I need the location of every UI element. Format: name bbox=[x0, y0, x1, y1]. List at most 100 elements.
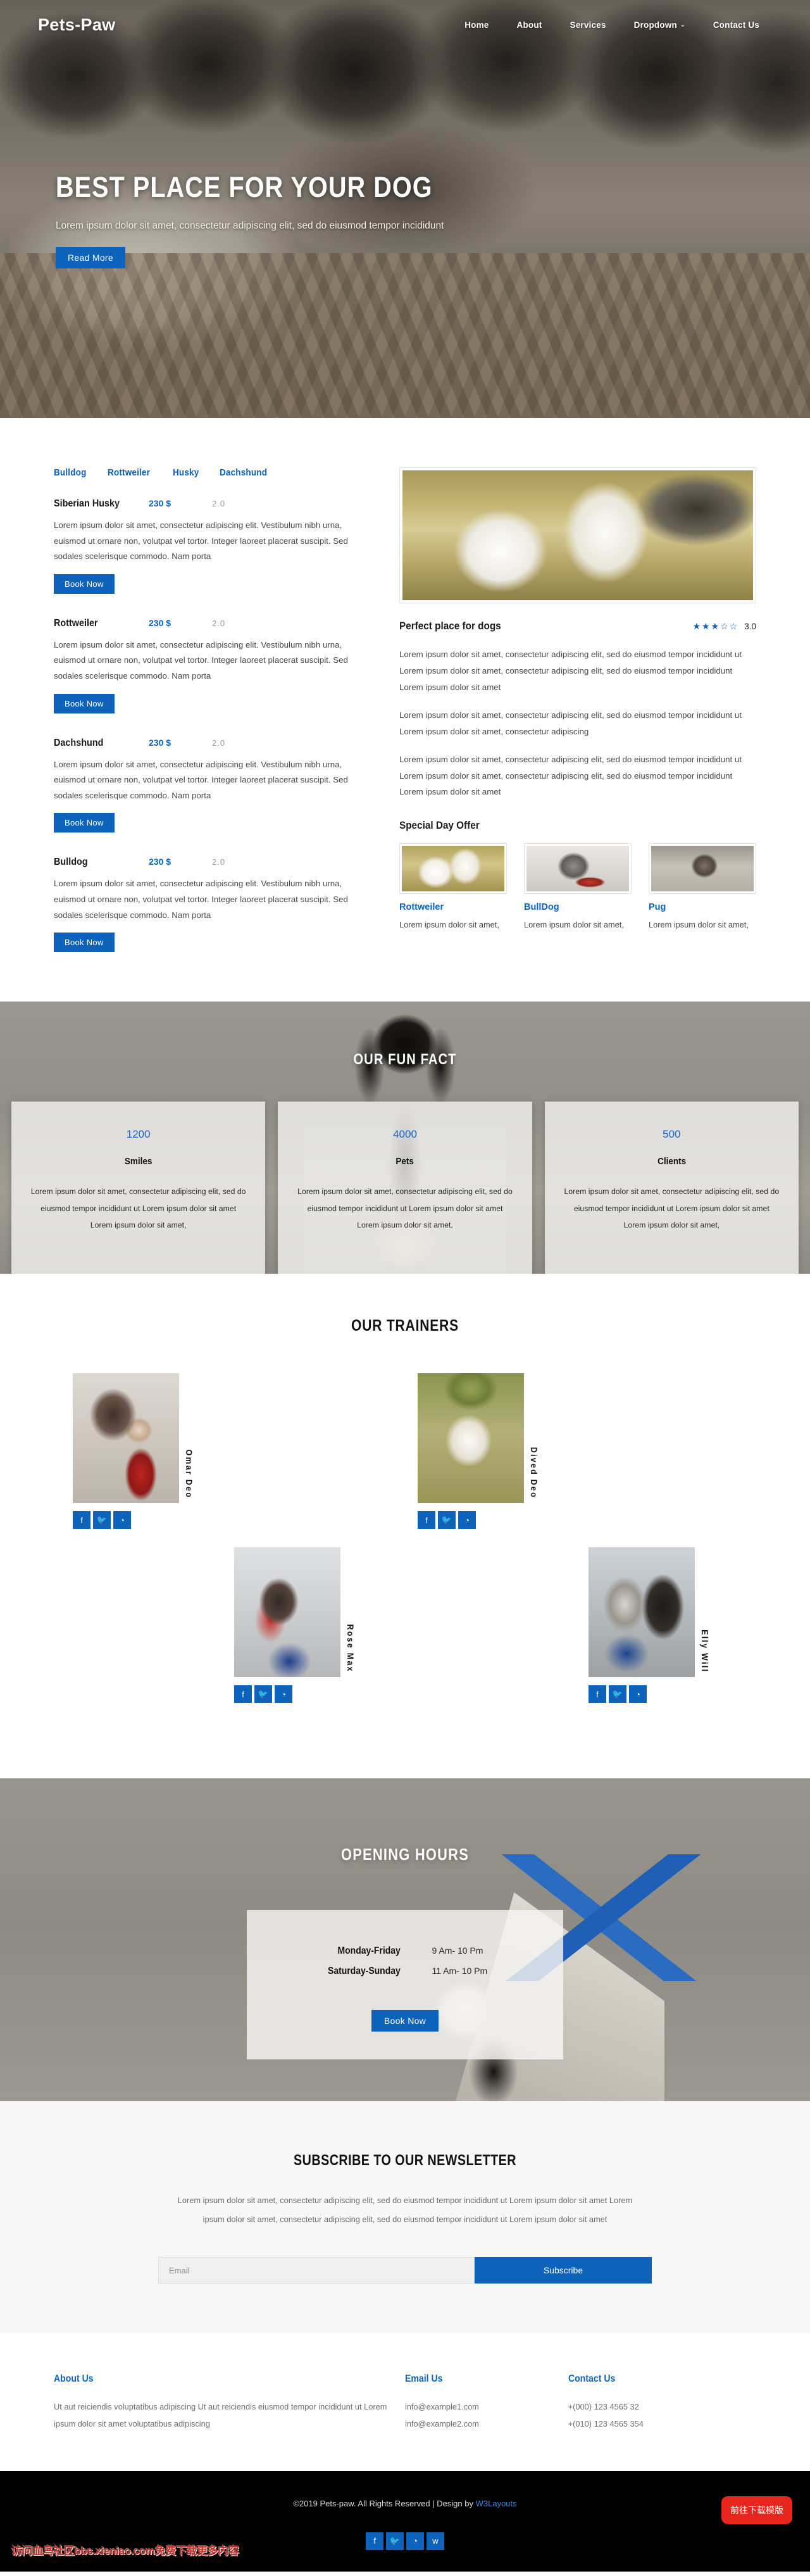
breed-name: Siberian Husky bbox=[54, 498, 120, 509]
trainer-card: Omar Deo f 🐦 ◔ bbox=[73, 1373, 194, 1530]
breed-rating: 2.0 bbox=[212, 499, 226, 508]
book-now-button[interactable]: Book Now bbox=[54, 574, 115, 594]
feature-image bbox=[399, 467, 756, 603]
nav-label: About bbox=[516, 20, 542, 30]
offer-thumbnail bbox=[524, 843, 632, 895]
nav-item-home[interactable]: Home bbox=[464, 20, 489, 30]
rss-icon[interactable]: ◔ bbox=[406, 2532, 424, 2550]
trainer-photo bbox=[589, 1547, 695, 1678]
facebook-icon[interactable]: f bbox=[73, 1511, 90, 1530]
read-more-button[interactable]: Read More bbox=[56, 247, 125, 268]
download-template-button[interactable]: 前往下载模版 bbox=[721, 2496, 792, 2524]
tab-husky[interactable]: Husky bbox=[173, 467, 199, 478]
twitter-icon[interactable]: 🐦 bbox=[93, 1511, 111, 1530]
opening-time: 9 Am- 10 Pm bbox=[432, 1945, 483, 1956]
facebook-icon[interactable]: f bbox=[366, 2532, 383, 2550]
nav-item-contact-us[interactable]: Contact Us bbox=[713, 20, 759, 30]
hero-title: BEST PLACE FOR YOUR DOG bbox=[56, 171, 433, 203]
newsletter-description: Lorem ipsum dolor sit amet, consectetur … bbox=[177, 2196, 633, 2225]
fun-fact-card: 1200 Smiles Lorem ipsum dolor sit amet, … bbox=[11, 1102, 266, 1274]
trainer-card: Rose Max f 🐦 ◔ bbox=[234, 1547, 355, 1704]
hero-section: Pets-Paw Home About Services Dropdown ⌄ … bbox=[0, 0, 810, 418]
breed-header: Siberian Husky 230 $ 2.0 bbox=[54, 498, 361, 510]
facebook-icon[interactable]: f bbox=[418, 1511, 435, 1530]
book-now-button[interactable]: Book Now bbox=[371, 2010, 439, 2032]
twitter-icon[interactable]: 🐦 bbox=[438, 1511, 456, 1530]
twitter-icon[interactable]: 🐦 bbox=[254, 1685, 272, 1704]
trainer-photo bbox=[234, 1547, 340, 1678]
email-input[interactable] bbox=[158, 2257, 475, 2284]
breed-name: Dachshund bbox=[54, 737, 104, 748]
book-now-button[interactable]: Book Now bbox=[54, 813, 115, 833]
footer-phone: +(010) 123 4565 354 bbox=[568, 2419, 644, 2429]
offer-description: Lorem ipsum dolor sit amet, bbox=[524, 920, 624, 930]
breed-item: Bulldog 230 $ 2.0 Lorem ipsum dolor sit … bbox=[54, 857, 361, 953]
offer-thumbnail bbox=[399, 843, 507, 895]
facebook-icon[interactable]: f bbox=[589, 1685, 606, 1704]
footer-email-link[interactable]: info@example1.com bbox=[405, 2399, 568, 2416]
tab-rottweiler[interactable]: Rottweiler bbox=[108, 467, 150, 478]
offer-card[interactable]: BullDog Lorem ipsum dolor sit amet, bbox=[524, 843, 632, 932]
footer-email-link[interactable]: info@example2.com bbox=[405, 2416, 568, 2433]
twitter-icon[interactable]: 🐦 bbox=[386, 2532, 404, 2550]
feature-image-inner bbox=[402, 470, 753, 600]
nav-item-services[interactable]: Services bbox=[570, 20, 606, 30]
trainer-social-links: f 🐦 ◔ bbox=[589, 1685, 647, 1704]
fun-fact-number: 1200 bbox=[126, 1128, 151, 1141]
offer-image bbox=[651, 846, 754, 892]
opening-day: Saturday-Sunday bbox=[327, 1966, 401, 1977]
newsletter-form: Subscribe bbox=[158, 2257, 652, 2284]
offer-card[interactable]: Pug Lorem ipsum dolor sit amet, bbox=[649, 843, 756, 932]
breed-rating: 2.0 bbox=[212, 857, 226, 867]
copyright-prefix: ©2019 Pets-paw. All Rights Reserved | De… bbox=[293, 2498, 476, 2508]
newsletter-section: SUBSCRIBE TO OUR NEWSLETTER Lorem ipsum … bbox=[0, 2101, 810, 2334]
opening-hours-row: Saturday-Sunday 11 Am- 10 Pm bbox=[247, 1966, 563, 1977]
tab-dachshund[interactable]: Dachshund bbox=[220, 467, 267, 478]
nav-label: Services bbox=[570, 20, 606, 30]
breed-description: Lorem ipsum dolor sit amet, consectetur … bbox=[54, 639, 348, 681]
offer-name[interactable]: BullDog bbox=[524, 902, 632, 912]
footer-about-column: About Us Ut aut reiciendis voluptatibus … bbox=[54, 2373, 405, 2433]
rss-icon[interactable]: ◔ bbox=[458, 1511, 476, 1530]
book-now-button[interactable]: Book Now bbox=[54, 693, 115, 713]
breeds-right-column: Perfect place for dogs ★★★☆☆ 3.0 Lorem i… bbox=[399, 467, 756, 976]
breeds-section: Bulldog Rottweiler Husky Dachshund Siber… bbox=[0, 418, 810, 1002]
fun-fact-label: Pets bbox=[396, 1156, 414, 1167]
rss-icon[interactable]: ◔ bbox=[113, 1511, 131, 1530]
nav-item-about[interactable]: About bbox=[517, 20, 542, 30]
rss-icon[interactable]: ◔ bbox=[629, 1685, 647, 1704]
offer-name[interactable]: Rottweiler bbox=[399, 902, 507, 912]
subscribe-button[interactable]: Subscribe bbox=[475, 2257, 652, 2284]
hero-content: BEST PLACE FOR YOUR DOG Lorem ipsum dolo… bbox=[0, 35, 810, 268]
site-logo[interactable]: Pets-Paw bbox=[38, 15, 115, 35]
offer-name[interactable]: Pug bbox=[649, 902, 756, 912]
main-navigation: Pets-Paw Home About Services Dropdown ⌄ … bbox=[0, 0, 810, 35]
footer-about-text: Ut aut reiciendis voluptatibus adipiscin… bbox=[54, 2402, 387, 2429]
vk-icon[interactable]: w bbox=[427, 2532, 444, 2550]
facebook-icon[interactable]: f bbox=[234, 1685, 252, 1704]
twitter-icon[interactable]: 🐦 bbox=[609, 1685, 626, 1704]
trainers-title: OUR TRAINERS bbox=[351, 1317, 459, 1335]
hero-subtitle: Lorem ipsum dolor sit amet, consectetur … bbox=[56, 220, 444, 231]
perfect-paragraph: Lorem ipsum dolor sit amet, consectetur … bbox=[399, 754, 742, 797]
fun-fact-text: Lorem ipsum dolor sit amet, consectetur … bbox=[564, 1187, 780, 1229]
nav-label: Contact Us bbox=[713, 20, 759, 30]
w3layouts-link[interactable]: W3Layouts bbox=[476, 2499, 517, 2508]
offer-description: Lorem ipsum dolor sit amet, bbox=[399, 920, 499, 930]
rss-icon[interactable]: ◔ bbox=[275, 1685, 292, 1704]
tab-bulldog[interactable]: Bulldog bbox=[54, 467, 86, 478]
trainers-section: OUR TRAINERS Omar Deo f 🐦 ◔ Dived Deo f … bbox=[0, 1274, 810, 1779]
breed-header: Bulldog 230 $ 2.0 bbox=[54, 857, 361, 868]
perfect-paragraph: Lorem ipsum dolor sit amet, consectetur … bbox=[399, 710, 742, 736]
breed-item: Siberian Husky 230 $ 2.0 Lorem ipsum dol… bbox=[54, 498, 361, 594]
nav-item-dropdown[interactable]: Dropdown ⌄ bbox=[634, 20, 685, 30]
trainer-card: Dived Deo f 🐦 ◔ bbox=[418, 1373, 539, 1530]
opening-hours-title: OPENING HOURS bbox=[340, 1845, 470, 1864]
offer-card[interactable]: Rottweiler Lorem ipsum dolor sit amet, bbox=[399, 843, 507, 932]
trainer-photo bbox=[418, 1373, 524, 1504]
special-day-offer-title: Special Day Offer bbox=[399, 819, 480, 832]
fun-fact-section: OUR FUN FACT 1200 Smiles Lorem ipsum dol… bbox=[0, 1002, 810, 1274]
book-now-button[interactable]: Book Now bbox=[54, 933, 115, 953]
breed-header: Rottweiler 230 $ 2.0 bbox=[54, 618, 361, 629]
nav-label: Dropdown bbox=[633, 20, 677, 30]
